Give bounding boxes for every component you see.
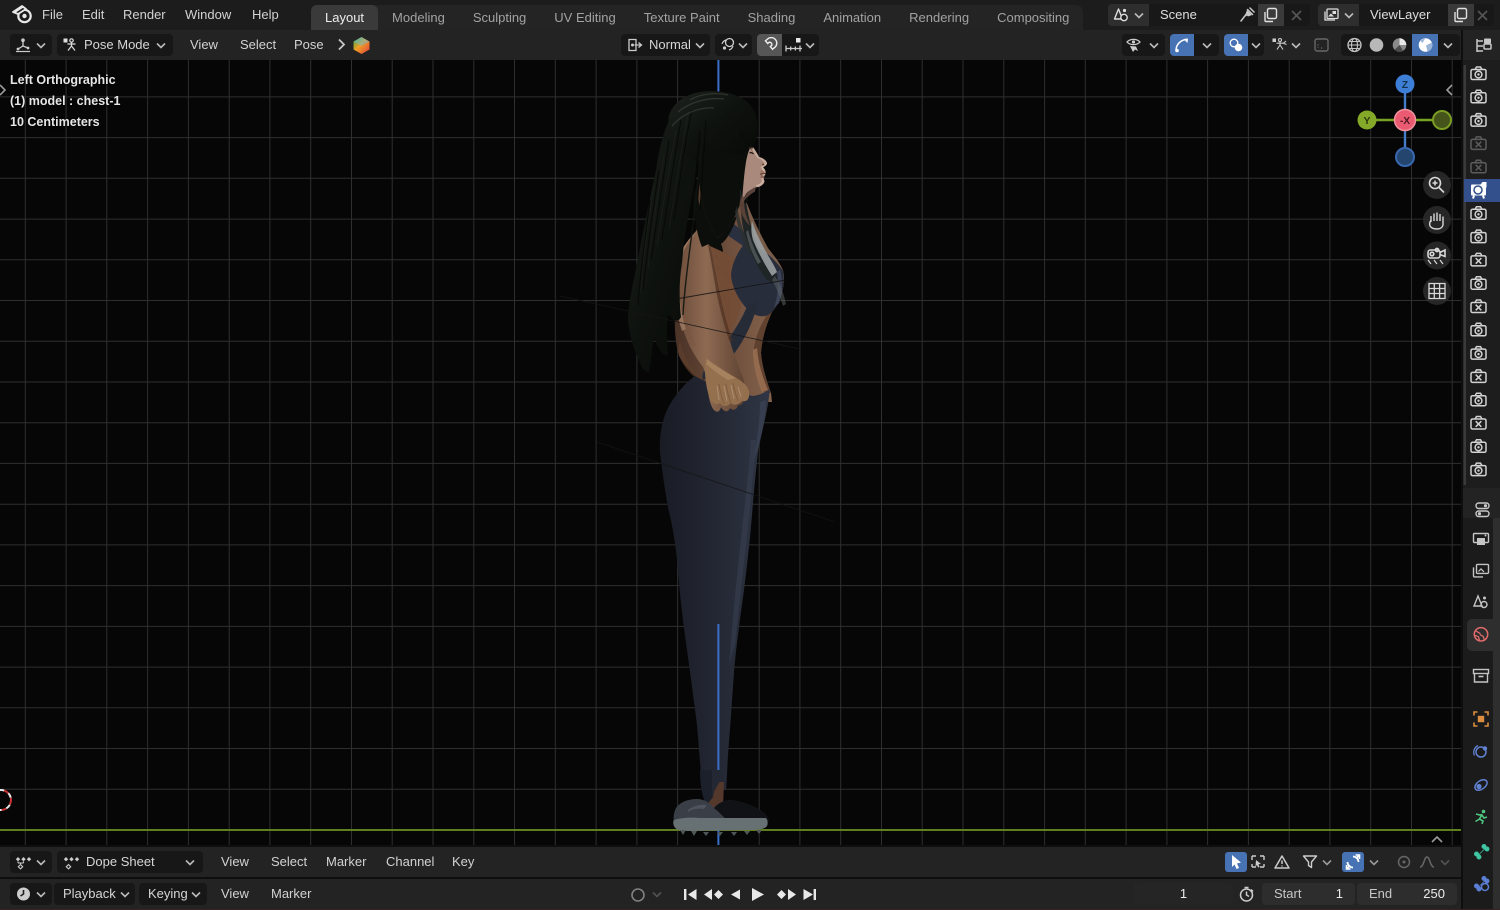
svg-text:Z: Z: [1402, 79, 1409, 91]
svg-text:Y: Y: [1363, 115, 1370, 127]
svg-text:-X: -X: [1400, 116, 1410, 127]
